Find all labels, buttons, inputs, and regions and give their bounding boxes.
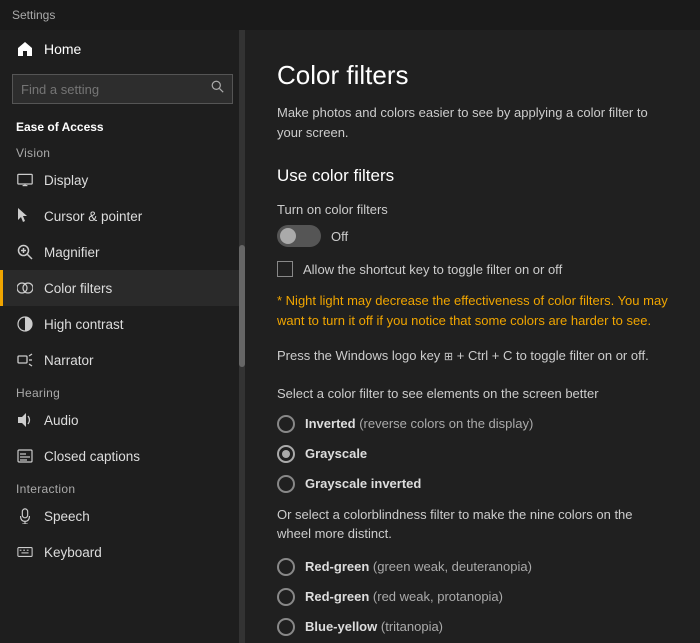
- sidebar-item-magnifier[interactable]: Magnifier: [0, 234, 245, 270]
- sidebar-item-speech-label: Speech: [44, 509, 90, 524]
- sidebar-item-narrator[interactable]: Narrator: [0, 342, 245, 378]
- radio-grayscale-inverted[interactable]: Grayscale inverted: [277, 475, 668, 493]
- speech-icon: [16, 507, 34, 525]
- radio-red-green-weak-desc: (green weak, deuteranopia): [373, 559, 532, 574]
- radio-grayscale-circle[interactable]: [277, 445, 295, 463]
- radio-inverted-name: Inverted: [305, 416, 356, 431]
- radio-red-green-strong-name: Red-green: [305, 589, 369, 604]
- display-icon: [16, 171, 34, 189]
- sidebar-item-display[interactable]: Display: [0, 162, 245, 198]
- radio-red-green-weak-name: Red-green: [305, 559, 369, 574]
- sidebar-item-color-filters-label: Color filters: [44, 281, 112, 296]
- windows-logo-icon: ⊞: [444, 351, 453, 363]
- shortcut-note: Press the Windows logo key ⊞ + Ctrl + C …: [277, 346, 668, 366]
- radio-red-green-weak-circle[interactable]: [277, 558, 295, 576]
- home-icon: [16, 40, 34, 58]
- page-description: Make photos and colors easier to see by …: [277, 103, 668, 142]
- toggle-knob: [280, 228, 296, 244]
- sidebar-item-high-contrast-label: High contrast: [44, 317, 124, 332]
- high-contrast-icon: [16, 315, 34, 333]
- section-title: Use color filters: [277, 166, 668, 186]
- radio-blue-yellow-name: Blue-yellow: [305, 619, 377, 634]
- audio-icon: [16, 411, 34, 429]
- narrator-icon: [16, 351, 34, 369]
- search-input[interactable]: [21, 82, 205, 97]
- radio-blue-yellow-label: Blue-yellow (tritanopia): [305, 619, 443, 634]
- sidebar-item-display-label: Display: [44, 173, 88, 188]
- keyboard-icon: [16, 543, 34, 561]
- sidebar-item-cursor-label: Cursor & pointer: [44, 209, 142, 224]
- shortcut-checkbox-row: Allow the shortcut key to toggle filter …: [277, 261, 668, 277]
- sidebar-item-keyboard[interactable]: Keyboard: [0, 534, 245, 570]
- sidebar-item-audio[interactable]: Audio: [0, 402, 245, 438]
- cursor-icon: [16, 207, 34, 225]
- main-content: Color filters Make photos and colors eas…: [245, 30, 700, 643]
- filter-select-label: Select a color filter to see elements on…: [277, 386, 668, 401]
- sidebar-item-magnifier-label: Magnifier: [44, 245, 100, 260]
- radio-grayscale-label: Grayscale: [305, 446, 367, 461]
- title-bar-label: Settings: [12, 8, 55, 22]
- radio-red-green-strong[interactable]: Red-green (red weak, protanopia): [277, 588, 668, 606]
- closed-captions-icon: [16, 447, 34, 465]
- sidebar-item-cursor-pointer[interactable]: Cursor & pointer: [0, 198, 245, 234]
- radio-grayscale-inverted-circle[interactable]: [277, 475, 295, 493]
- radio-red-green-weak-label: Red-green (green weak, deuteranopia): [305, 559, 532, 574]
- color-filter-toggle[interactable]: [277, 225, 321, 247]
- sidebar-item-closed-captions[interactable]: Closed captions: [0, 438, 245, 474]
- toggle-row: Off: [277, 225, 668, 247]
- turn-on-label: Turn on color filters: [277, 202, 668, 217]
- radio-blue-yellow[interactable]: Blue-yellow (tritanopia): [277, 618, 668, 636]
- interaction-category: Interaction: [0, 474, 245, 498]
- radio-grayscale-inverted-label: Grayscale inverted: [305, 476, 421, 491]
- radio-red-green-weak[interactable]: Red-green (green weak, deuteranopia): [277, 558, 668, 576]
- radio-grayscale-inverted-name: Grayscale inverted: [305, 476, 421, 491]
- hearing-category: Hearing: [0, 378, 245, 402]
- search-icon: [211, 80, 224, 98]
- title-bar: Settings: [0, 0, 700, 30]
- radio-grayscale-name: Grayscale: [305, 446, 367, 461]
- radio-blue-yellow-desc: (tritanopia): [381, 619, 443, 634]
- shortcut-checkbox[interactable]: [277, 261, 293, 277]
- radio-inverted[interactable]: Inverted (reverse colors on the display): [277, 415, 668, 433]
- vision-category: Vision: [0, 138, 245, 162]
- main-layout: Home Ease of Access Vision: [0, 30, 700, 643]
- magnifier-icon: [16, 243, 34, 261]
- sidebar-item-audio-label: Audio: [44, 413, 79, 428]
- radio-inverted-label: Inverted (reverse colors on the display): [305, 416, 533, 431]
- sidebar-item-narrator-label: Narrator: [44, 353, 94, 368]
- sidebar-item-closed-captions-label: Closed captions: [44, 449, 140, 464]
- sidebar: Home Ease of Access Vision: [0, 30, 245, 643]
- colorblind-label: Or select a colorblindness filter to mak…: [277, 505, 668, 544]
- shortcut-checkbox-label: Allow the shortcut key to toggle filter …: [303, 262, 562, 277]
- scrollbar[interactable]: [239, 30, 245, 643]
- sidebar-item-keyboard-label: Keyboard: [44, 545, 102, 560]
- toggle-state-label: Off: [331, 229, 348, 244]
- search-box[interactable]: [12, 74, 233, 104]
- sidebar-item-high-contrast[interactable]: High contrast: [0, 306, 245, 342]
- color-filters-icon: [16, 279, 34, 297]
- radio-red-green-strong-circle[interactable]: [277, 588, 295, 606]
- sidebar-home-button[interactable]: Home: [0, 30, 245, 68]
- ease-of-access-label: Ease of Access: [0, 110, 245, 138]
- scrollbar-thumb[interactable]: [239, 245, 245, 368]
- night-light-notice: * Night light may decrease the effective…: [277, 291, 668, 330]
- sidebar-item-color-filters[interactable]: Color filters: [0, 270, 245, 306]
- radio-inverted-desc: (reverse colors on the display): [359, 416, 533, 431]
- home-label: Home: [44, 41, 81, 57]
- night-light-link[interactable]: Night light: [286, 293, 344, 308]
- sidebar-item-speech[interactable]: Speech: [0, 498, 245, 534]
- page-title: Color filters: [277, 60, 668, 91]
- radio-red-green-strong-label: Red-green (red weak, protanopia): [305, 589, 503, 604]
- radio-grayscale[interactable]: Grayscale: [277, 445, 668, 463]
- radio-blue-yellow-circle[interactable]: [277, 618, 295, 636]
- radio-red-green-strong-desc: (red weak, protanopia): [373, 589, 503, 604]
- notice-prefix: *: [277, 293, 286, 308]
- radio-inverted-circle[interactable]: [277, 415, 295, 433]
